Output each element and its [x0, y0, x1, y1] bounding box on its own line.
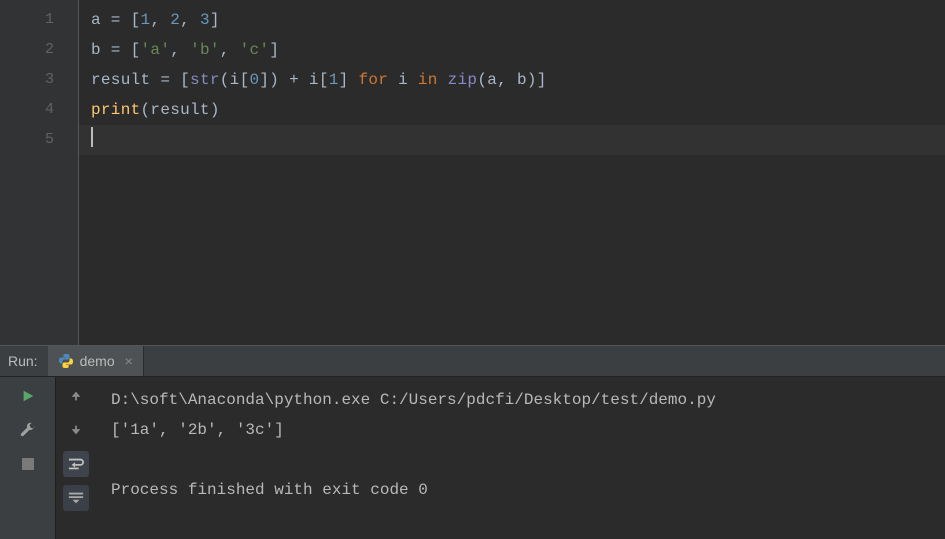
console-output[interactable]: D:\soft\Anaconda\python.exe C:/Users/pdc… [95, 377, 945, 539]
line-number: 4 [0, 95, 78, 125]
editor-code-area[interactable]: a = [1, 2, 3]b = ['a', 'b', 'c']result =… [78, 0, 945, 345]
run-left-toolbar [0, 377, 55, 539]
rerun-button[interactable] [15, 383, 41, 409]
run-tool-window: Run: demo × [0, 345, 945, 539]
line-number: 2 [0, 35, 78, 65]
code-line[interactable]: result = [str(i[0]) + i[1] for i in zip(… [79, 65, 945, 95]
soft-wrap-button[interactable] [63, 451, 89, 477]
code-line[interactable] [79, 125, 945, 155]
run-title: Run: [0, 353, 48, 369]
close-icon[interactable]: × [121, 354, 133, 368]
line-number: 3 [0, 65, 78, 95]
line-number: 5 [0, 125, 78, 155]
code-line[interactable]: b = ['a', 'b', 'c'] [79, 35, 945, 65]
editor-pane[interactable]: 12345 a = [1, 2, 3]b = ['a', 'b', 'c']re… [0, 0, 945, 345]
stop-button[interactable] [15, 451, 41, 477]
down-button[interactable] [63, 417, 89, 443]
run-body: D:\soft\Anaconda\python.exe C:/Users/pdc… [0, 377, 945, 539]
run-tab-label: demo [80, 353, 115, 369]
text-caret [91, 127, 93, 147]
scroll-end-button[interactable] [63, 485, 89, 511]
up-button[interactable] [63, 383, 89, 409]
code-line[interactable]: a = [1, 2, 3] [79, 5, 945, 35]
run-header: Run: demo × [0, 345, 945, 377]
run-mid-toolbar [55, 377, 95, 539]
wrench-button[interactable] [15, 417, 41, 443]
code-line[interactable]: print(result) [79, 95, 945, 125]
python-file-icon [58, 353, 74, 369]
editor-gutter: 12345 [0, 0, 78, 345]
run-tab[interactable]: demo × [48, 346, 144, 376]
line-number: 1 [0, 5, 78, 35]
